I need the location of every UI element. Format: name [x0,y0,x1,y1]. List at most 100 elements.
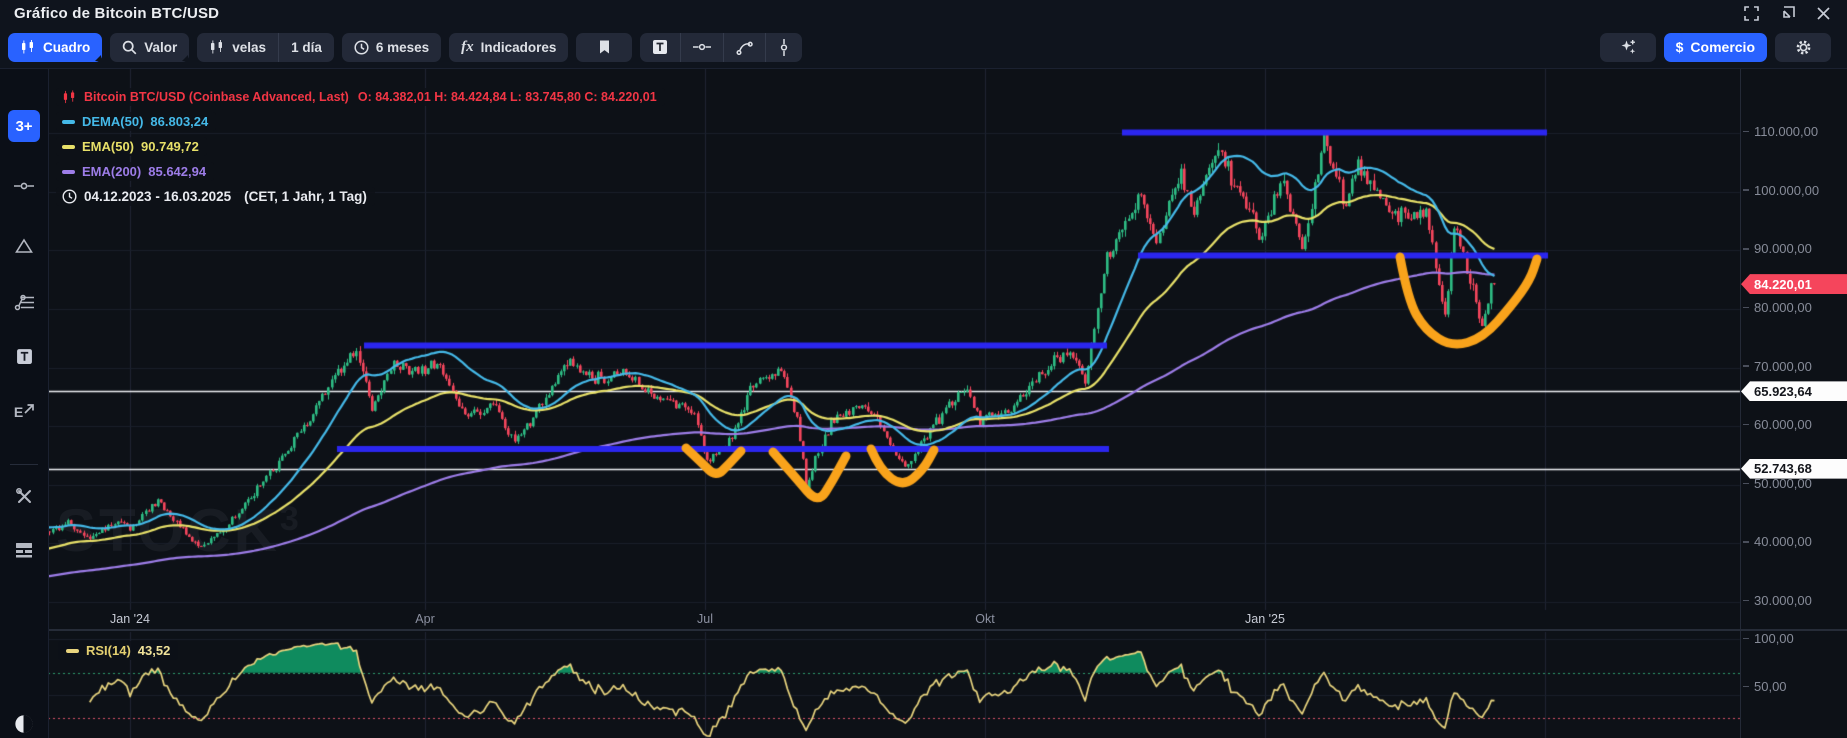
triangle-icon [15,238,33,254]
rsi-legend[interactable]: RSI(14) 43,52 [58,641,178,660]
y-axis-tick: 70.000,00 [1743,359,1812,374]
drawing-tools-group [640,33,802,62]
horizontal-line-tool-button[interactable] [680,33,723,62]
minimize-window-icon[interactable] [1779,5,1795,21]
sidebar-tool-text[interactable] [8,340,40,372]
x-axis-label: Jul [697,612,713,626]
trade-button[interactable]: $ Comercio [1664,33,1767,62]
sidebar-divider [10,464,38,465]
fx-icon: fx [461,39,474,56]
sparkles-icon [1620,39,1636,55]
bookmark-icon [598,40,611,54]
gear-icon [1795,39,1812,56]
sidebar-tool-fibonacci[interactable] [8,286,40,318]
price-level-badge: 65.923,64 [1741,381,1847,401]
vertical-line-icon [778,39,790,56]
interval-button[interactable]: 1 día [278,33,334,62]
text-tool-icon [16,348,33,365]
candles-icon [62,90,77,104]
legend-ohlc-values: O: 84.382,01 H: 84.424,84 L: 83.745,80 C… [358,90,657,104]
x-axis-label: Okt [975,612,994,626]
indicator-label: DEMA(50) [82,114,143,129]
layout-icon [15,542,33,558]
indicator-value: 85.642,94 [148,164,206,179]
candles-icon [209,40,225,54]
toolbar-right: $ Comercio [1592,33,1847,62]
clock-icon [62,189,77,204]
chart-legend: Bitcoin BTC/USD (Coinbase Advanced, Last… [56,88,665,212]
vertical-line-tool-button[interactable] [765,33,802,62]
sidebar-tool-layout[interactable] [8,534,40,566]
y-axis-tick: 110.000,00 [1743,124,1818,139]
sidebar-tool-triangle[interactable] [8,230,40,262]
candle-style-button[interactable]: velas [197,33,278,62]
symbol-search-button[interactable]: Valor [110,33,189,62]
text-tool-icon [652,39,668,55]
theme-toggle[interactable] [8,708,40,738]
page-title: Gráfico de Bitcoin BTC/USD [0,5,219,22]
y-axis-tick: 80.000,00 [1743,300,1812,315]
rsi-panel-separator[interactable] [48,629,1847,631]
close-icon[interactable] [1815,5,1831,21]
title-bar: Gráfico de Bitcoin BTC/USD [0,0,1847,26]
horizontal-line-icon [14,179,34,193]
price-level-badge: 52.743,68 [1741,459,1847,479]
rsi-axis-tick: 100,00 [1743,631,1794,646]
curve-tool-icon [736,40,753,55]
x-axis-label: Jan '24 [110,612,150,626]
chart-toolbar: Cuadro Valor velas 1 día 6 meses fx Indi… [0,26,1847,69]
sidebar-tool-multi-selected[interactable]: 3+ [8,110,40,142]
candles-icon [20,40,36,54]
ema200-color-swatch [62,170,75,174]
legend-indicator-ema200[interactable]: EMA(200) 85.642,94 [56,162,214,181]
tools-icon [15,487,34,506]
legend-symbol-row[interactable]: Bitcoin BTC/USD (Coinbase Advanced, Last… [56,88,665,106]
dema-color-swatch [62,120,75,124]
fibonacci-icon [14,294,34,311]
x-axis-label: Jan '25 [1245,612,1285,626]
fullscreen-icon[interactable] [1743,5,1759,21]
rsi-color-swatch [66,649,79,653]
x-axis-label: Apr [415,612,434,626]
candle-interval-group: velas 1 día [197,33,334,62]
trading-app-window: STOCK3 Gráfico de Bitcoin BTC/USD Cuadro… [0,0,1847,738]
y-axis-tick: 100.000,00 [1743,183,1819,198]
clock-icon [354,40,369,55]
indicator-label: EMA(50) [82,139,134,154]
rsi-axis-tick: 50,00 [1743,679,1787,694]
date-range-button[interactable]: 6 meses [342,33,441,62]
y-axis-tick: 60.000,00 [1743,417,1812,432]
last-price-badge: 84.220,01 [1741,274,1847,294]
y-axis-tick: 30.000,00 [1743,593,1812,608]
indicator-value: 86.803,24 [150,114,208,129]
contrast-icon [14,714,34,734]
axis-separator [1740,68,1741,738]
rsi-value: 43,52 [138,643,171,658]
legend-date-range: 04.12.2023 - 16.03.2025 (CET, 1 Jahr, 1 … [56,187,375,206]
bookmark-button[interactable] [576,33,632,62]
sidebar-tool-settings-tools[interactable] [8,480,40,512]
ai-assistant-button[interactable] [1600,33,1656,62]
text-annotation-button[interactable] [640,33,680,62]
curve-tool-button[interactable] [723,33,765,62]
sidebar-tool-horizontal-line[interactable] [8,170,40,202]
legend-symbol-name: Bitcoin BTC/USD (Coinbase Advanced, Last… [84,90,349,104]
dollar-icon: $ [1676,39,1684,55]
drawing-sidebar: 3+ E [0,68,49,738]
horizontal-line-icon [693,40,711,54]
settings-button[interactable] [1775,33,1831,62]
legend-indicator-ema50[interactable]: EMA(50) 90.749,72 [56,137,207,156]
legend-indicator-dema[interactable]: DEMA(50) 86.803,24 [56,112,216,131]
sidebar-tool-forecast[interactable]: E [8,396,40,428]
arrow-up-right-icon [24,404,34,414]
indicator-label: EMA(200) [82,164,141,179]
search-icon [122,40,137,55]
window-controls [1743,5,1847,21]
ema50-color-swatch [62,145,75,149]
indicators-button[interactable]: fx Indicadores [449,33,568,62]
indicator-value: 90.749,72 [141,139,199,154]
y-axis-tick: 90.000,00 [1743,241,1812,256]
rsi-label: RSI(14) [86,643,131,658]
y-axis-tick: 40.000,00 [1743,534,1812,549]
chart-type-button[interactable]: Cuadro [8,33,102,62]
